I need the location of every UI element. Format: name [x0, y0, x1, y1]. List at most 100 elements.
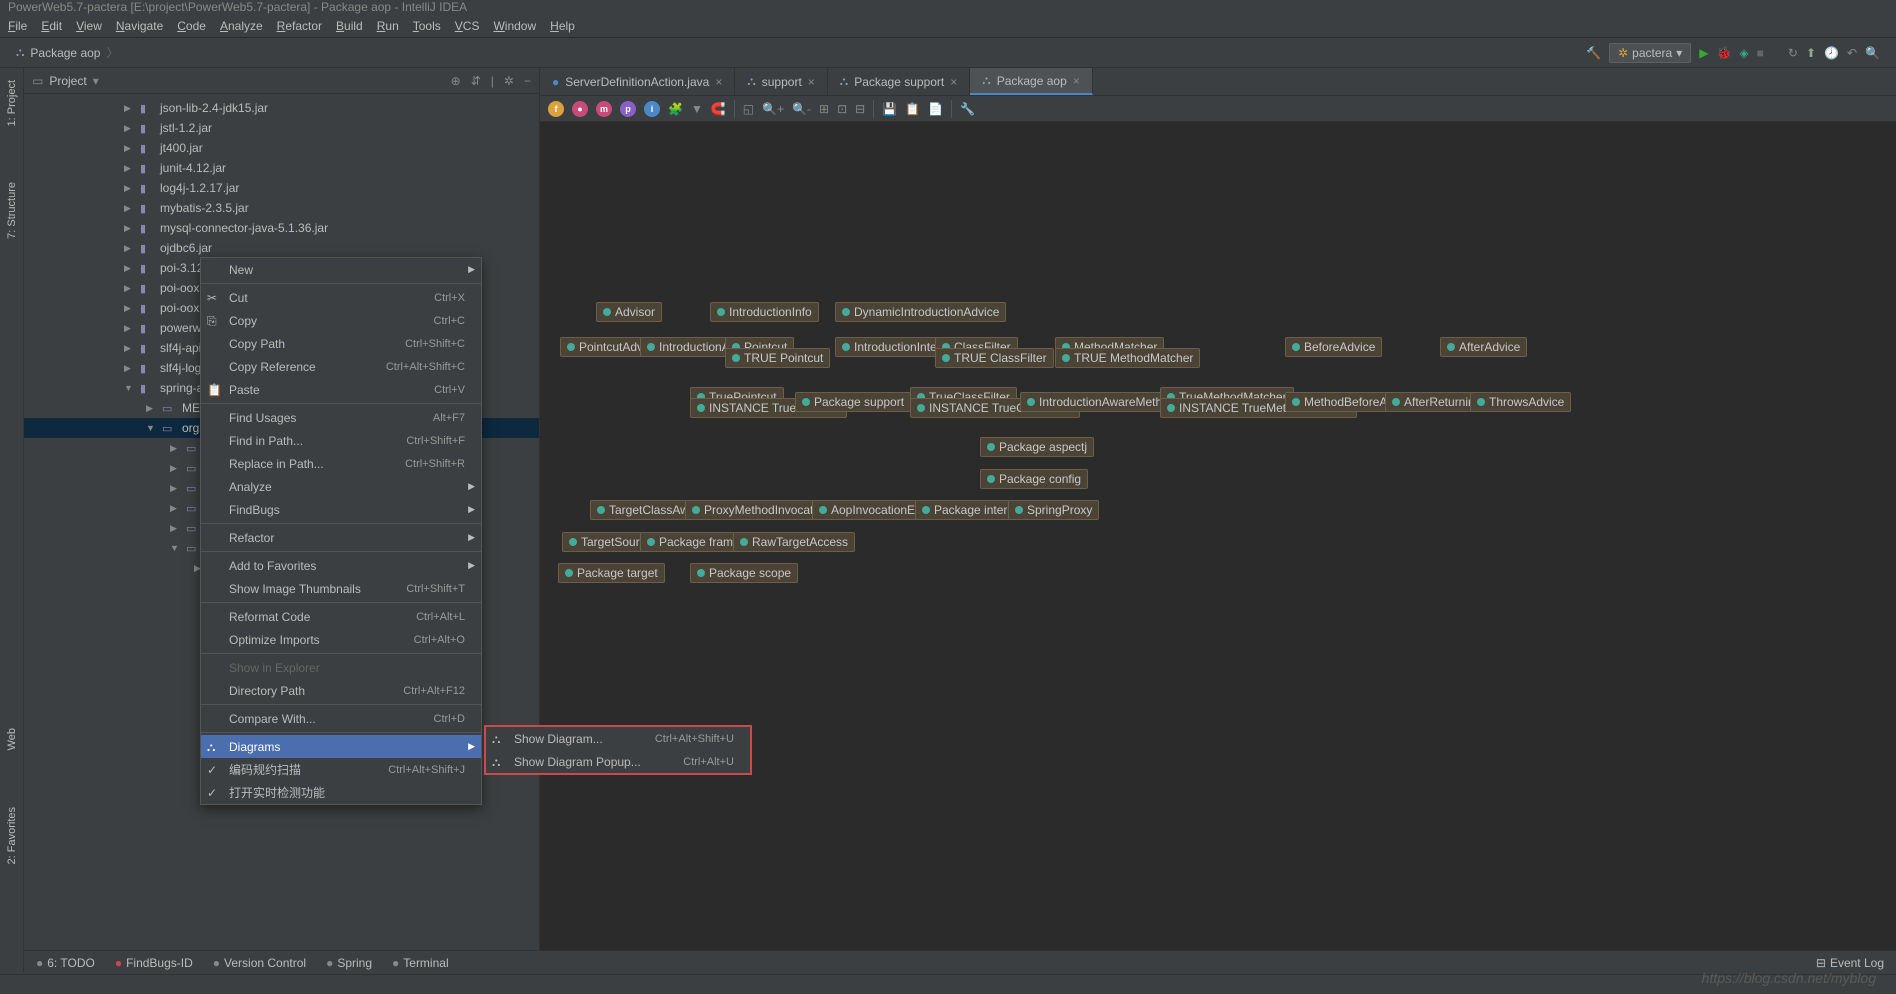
editor-tab[interactable]: ⛬support× — [735, 68, 827, 95]
toolbar-icon[interactable]: 📋 — [905, 102, 920, 116]
menu-item-replace-in-path-[interactable]: Replace in Path...Ctrl+Shift+R — [201, 452, 481, 475]
toolbar-icon[interactable]: 💾 — [882, 102, 897, 116]
menu-item-diagrams[interactable]: ⛬Diagrams▶ — [201, 735, 481, 758]
menu-item-directory-path[interactable]: Directory PathCtrl+Alt+F12 — [201, 679, 481, 702]
tool-window-tab[interactable]: ●Version Control — [213, 956, 306, 970]
diagram-node[interactable]: TRUE MethodMatcher — [1055, 348, 1200, 368]
filter-icon[interactable]: i — [644, 101, 660, 117]
diagram-node[interactable]: AfterAdvice — [1440, 337, 1527, 357]
menu-help[interactable]: Help — [550, 19, 575, 33]
toolbar-icon[interactable]: ⊞ — [819, 102, 829, 116]
tree-item[interactable]: ▶▮junit-4.12.jar — [24, 158, 539, 178]
diagram-node[interactable]: DynamicIntroductionAdvice — [835, 302, 1006, 322]
menu-item-copy-path[interactable]: Copy PathCtrl+Shift+C — [201, 332, 481, 355]
diagram-node[interactable]: TRUE ClassFilter — [935, 348, 1054, 368]
diagram-node[interactable]: RawTargetAccess — [733, 532, 855, 552]
coverage-icon[interactable]: ◈ — [1739, 46, 1748, 60]
tree-item[interactable]: ▶▮mysql-connector-java-5.1.36.jar — [24, 218, 539, 238]
menu-item--[interactable]: ✓打开实时检测功能 — [201, 781, 481, 804]
menu-tools[interactable]: Tools — [413, 19, 441, 33]
diagram-node[interactable]: BeforeAdvice — [1285, 337, 1382, 357]
hide-icon[interactable]: − — [524, 74, 531, 88]
menu-item-optimize-imports[interactable]: Optimize ImportsCtrl+Alt+O — [201, 628, 481, 651]
toolbar-icon[interactable]: ⊡ — [837, 102, 847, 116]
breadcrumb[interactable]: ⛬ Package aop 〉 — [16, 44, 118, 61]
tool-window-tab[interactable]: ●Spring — [326, 956, 372, 970]
tree-item[interactable]: ▶▮jstl-1.2.jar — [24, 118, 539, 138]
toolbar-icon[interactable]: 🔍+ — [762, 102, 784, 116]
menu-navigate[interactable]: Navigate — [116, 19, 163, 33]
menu-item-analyze[interactable]: Analyze▶ — [201, 475, 481, 498]
run-icon[interactable]: ▶ — [1699, 46, 1708, 60]
diagram-node[interactable]: Package support — [795, 392, 911, 412]
diagram-node[interactable]: Advisor — [596, 302, 662, 322]
menu-analyze[interactable]: Analyze — [220, 19, 263, 33]
toolbar-icon[interactable]: 🧩 — [668, 102, 683, 116]
submenu-item[interactable]: ⛬Show Diagram Popup...Ctrl+Alt+U — [486, 750, 750, 773]
diagram-node[interactable]: SpringProxy — [1008, 500, 1099, 520]
diagram-node[interactable]: TRUE Pointcut — [725, 348, 830, 368]
update-icon[interactable]: ↻ — [1788, 46, 1798, 60]
stop-icon[interactable]: ■ — [1757, 46, 1764, 60]
hammer-icon[interactable]: 🔨 — [1586, 46, 1601, 60]
menu-item-refactor[interactable]: Refactor▶ — [201, 526, 481, 549]
chevron-down-icon[interactable]: ▾ — [93, 74, 99, 88]
target-icon[interactable]: ⊕ — [451, 74, 461, 88]
structure-tab[interactable]: 7: Structure — [4, 174, 20, 247]
menu-file[interactable]: File — [8, 19, 27, 33]
event-log-tab[interactable]: ⊟ Event Log — [1816, 956, 1884, 970]
favorites-tab[interactable]: 2: Favorites — [4, 799, 20, 872]
menu-build[interactable]: Build — [336, 19, 363, 33]
menu-refactor[interactable]: Refactor — [277, 19, 322, 33]
tool-window-tab[interactable]: ●6: TODO — [36, 956, 95, 970]
tree-item[interactable]: ▶▮log4j-1.2.17.jar — [24, 178, 539, 198]
tree-item[interactable]: ▶▮json-lib-2.4-jdk15.jar — [24, 98, 539, 118]
close-icon[interactable]: × — [808, 75, 815, 89]
tree-item[interactable]: ▶▮ojdbc6.jar — [24, 238, 539, 258]
tool-window-tab[interactable]: ●FindBugs-ID — [115, 956, 193, 970]
diagram-node[interactable]: Package aspectj — [980, 437, 1094, 457]
editor-tab[interactable]: ⛬Package aop× — [970, 68, 1092, 95]
toolbar-icon[interactable]: 🔍- — [792, 102, 811, 116]
menu-run[interactable]: Run — [377, 19, 399, 33]
menu-item-new[interactable]: New▶ — [201, 258, 481, 281]
menu-vcs[interactable]: VCS — [455, 19, 480, 33]
revert-icon[interactable]: ↶ — [1847, 46, 1857, 60]
filter-icon[interactable]: ● — [572, 101, 588, 117]
menu-item-copy-reference[interactable]: Copy ReferenceCtrl+Alt+Shift+C — [201, 355, 481, 378]
tree-item[interactable]: ▶▮mybatis-2.3.5.jar — [24, 198, 539, 218]
toolbar-icon[interactable]: 📄 — [928, 102, 943, 116]
filter-icon[interactable]: f — [548, 101, 564, 117]
history-icon[interactable]: 🕗 — [1824, 46, 1839, 60]
run-config-combo[interactable]: ✲ pactera ▾ — [1609, 43, 1691, 63]
menu-item-findbugs[interactable]: FindBugs▶ — [201, 498, 481, 521]
menu-item-compare-with-[interactable]: Compare With...Ctrl+D — [201, 707, 481, 730]
diagram-node[interactable]: ThrowsAdvice — [1470, 392, 1571, 412]
tool-window-tab[interactable]: ●Terminal — [392, 956, 449, 970]
menu-item-paste[interactable]: 📋PasteCtrl+V — [201, 378, 481, 401]
diagram-canvas[interactable]: AdvisorIntroductionInfoDynamicIntroducti… — [540, 122, 1896, 972]
toolbar-icon[interactable]: ◱ — [743, 102, 754, 116]
menu-item--[interactable]: ✓编码规约扫描Ctrl+Alt+Shift+J — [201, 758, 481, 781]
close-icon[interactable]: × — [715, 75, 722, 89]
menu-code[interactable]: Code — [177, 19, 206, 33]
diagram-node[interactable]: Package scope — [690, 563, 798, 583]
diagram-node[interactable]: Package target — [558, 563, 665, 583]
editor-tab[interactable]: ●ServerDefinitionAction.java× — [540, 68, 735, 95]
menu-edit[interactable]: Edit — [41, 19, 62, 33]
toolbar-icon[interactable]: 🧲 — [711, 102, 726, 116]
editor-tab[interactable]: ⛬Package support× — [828, 68, 970, 95]
menu-item-show-image-thumbnails[interactable]: Show Image ThumbnailsCtrl+Shift+T — [201, 577, 481, 600]
menu-item-find-usages[interactable]: Find UsagesAlt+F7 — [201, 406, 481, 429]
git-icon[interactable]: ⬆ — [1806, 46, 1816, 60]
web-tab[interactable]: Web — [4, 720, 20, 758]
menu-window[interactable]: Window — [493, 19, 536, 33]
filter-icon[interactable]: m — [596, 101, 612, 117]
project-tab[interactable]: 1: Project — [4, 72, 20, 134]
menu-item-copy[interactable]: ⎘CopyCtrl+C — [201, 309, 481, 332]
close-icon[interactable]: × — [1073, 74, 1080, 88]
menu-view[interactable]: View — [76, 19, 102, 33]
diagram-node[interactable]: Package config — [980, 469, 1088, 489]
tree-item[interactable]: ▶▮jt400.jar — [24, 138, 539, 158]
toolbar-icon[interactable]: 🔧 — [960, 102, 975, 116]
